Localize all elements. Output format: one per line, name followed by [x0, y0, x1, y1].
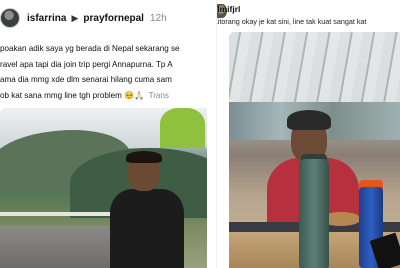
post-text: Kitorang okay je kat sini, line tak kuat…: [216, 17, 367, 26]
avatar[interactable]: [0, 8, 20, 28]
post-text-line: ob kat sana mmg line tgh problem 🥺🙏🏻 Tra…: [0, 88, 216, 104]
post-text-line: ama dia mmg xde dlm senarai hilang cuma …: [0, 75, 172, 84]
photo-person: [108, 151, 186, 268]
translate-link[interactable]: Trans: [149, 91, 169, 100]
post-right: zlmifjrl Kitorang okay je kat sini, line…: [216, 0, 400, 268]
photo-ceiling: [229, 32, 400, 102]
timestamp: 12h: [149, 12, 167, 24]
post-left: isfarrina ▶ prayfornepal 12h poakan adik…: [0, 0, 216, 268]
post-text-line-text: ob kat sana mmg line tgh problem: [0, 90, 122, 100]
photo-person-green-jacket: [160, 108, 205, 148]
reply-to-username[interactable]: prayfornepal: [83, 13, 144, 24]
post-header: isfarrina ▶ prayfornepal 12h: [0, 6, 216, 30]
username[interactable]: isfarrina: [27, 13, 66, 24]
emoji: 🥺🙏🏻: [124, 90, 145, 100]
photo-person-hair: [126, 151, 162, 163]
photo-flask: [299, 159, 329, 268]
username[interactable]: zlmifjrl: [217, 4, 240, 14]
post-photo-mountain-selfie[interactable]: [0, 108, 207, 268]
reply-arrow-icon: ▶: [71, 12, 79, 23]
post-text: poakan adik saya yg berada di Nepal seka…: [0, 41, 216, 103]
photo-person-beanie: [287, 110, 331, 130]
post-text-line: ravel apa tapi dia join trip pergi Annap…: [0, 59, 173, 69]
post-photo-teahouse[interactable]: [229, 32, 400, 268]
photo-person-body: [110, 189, 184, 268]
post-text-line: poakan adik saya yg berada di Nepal seka…: [0, 44, 180, 53]
photo-railing: [0, 212, 110, 216]
